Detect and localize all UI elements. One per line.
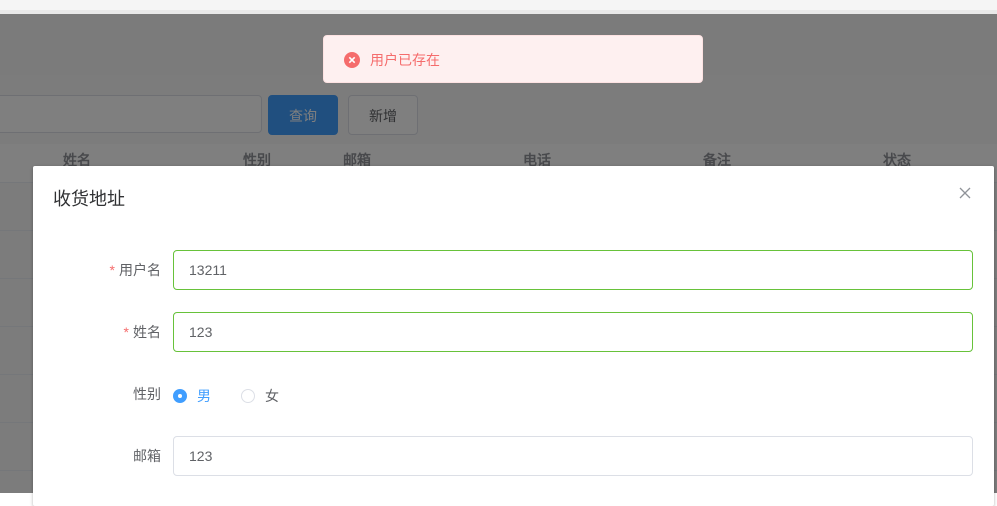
- toast-message: 用户已存在: [370, 52, 440, 68]
- gender-option-label: 女: [265, 388, 279, 404]
- username-label-text: 用户名: [119, 262, 161, 278]
- username-label: * 用户名: [33, 260, 161, 280]
- radio-checked-icon: [173, 389, 187, 404]
- radio-unchecked-icon: [241, 389, 255, 404]
- gender-radio-female[interactable]: 女: [241, 386, 279, 406]
- gender-option-label: 男: [197, 388, 211, 404]
- gender-radio-male[interactable]: 男: [173, 386, 211, 406]
- error-toast: 用户已存在: [323, 35, 703, 83]
- username-input[interactable]: 13211: [173, 250, 973, 290]
- required-mark: *: [109, 262, 115, 278]
- error-circle-icon: [344, 52, 360, 68]
- close-icon[interactable]: [955, 183, 975, 203]
- dialog-title: 收货地址: [53, 189, 125, 209]
- name-input[interactable]: 123: [173, 312, 973, 352]
- required-mark: *: [123, 324, 129, 340]
- email-input[interactable]: 123: [173, 436, 973, 476]
- name-label: * 姓名: [33, 322, 161, 342]
- gender-label: 性别: [133, 386, 161, 402]
- address-dialog: 收货地址 * 用户名 13211 * 姓名 123 性别 男 女 邮箱 123: [33, 166, 994, 506]
- email-label: 邮箱: [133, 448, 161, 464]
- browser-top-bar: [0, 0, 997, 14]
- name-label-text: 姓名: [133, 324, 161, 340]
